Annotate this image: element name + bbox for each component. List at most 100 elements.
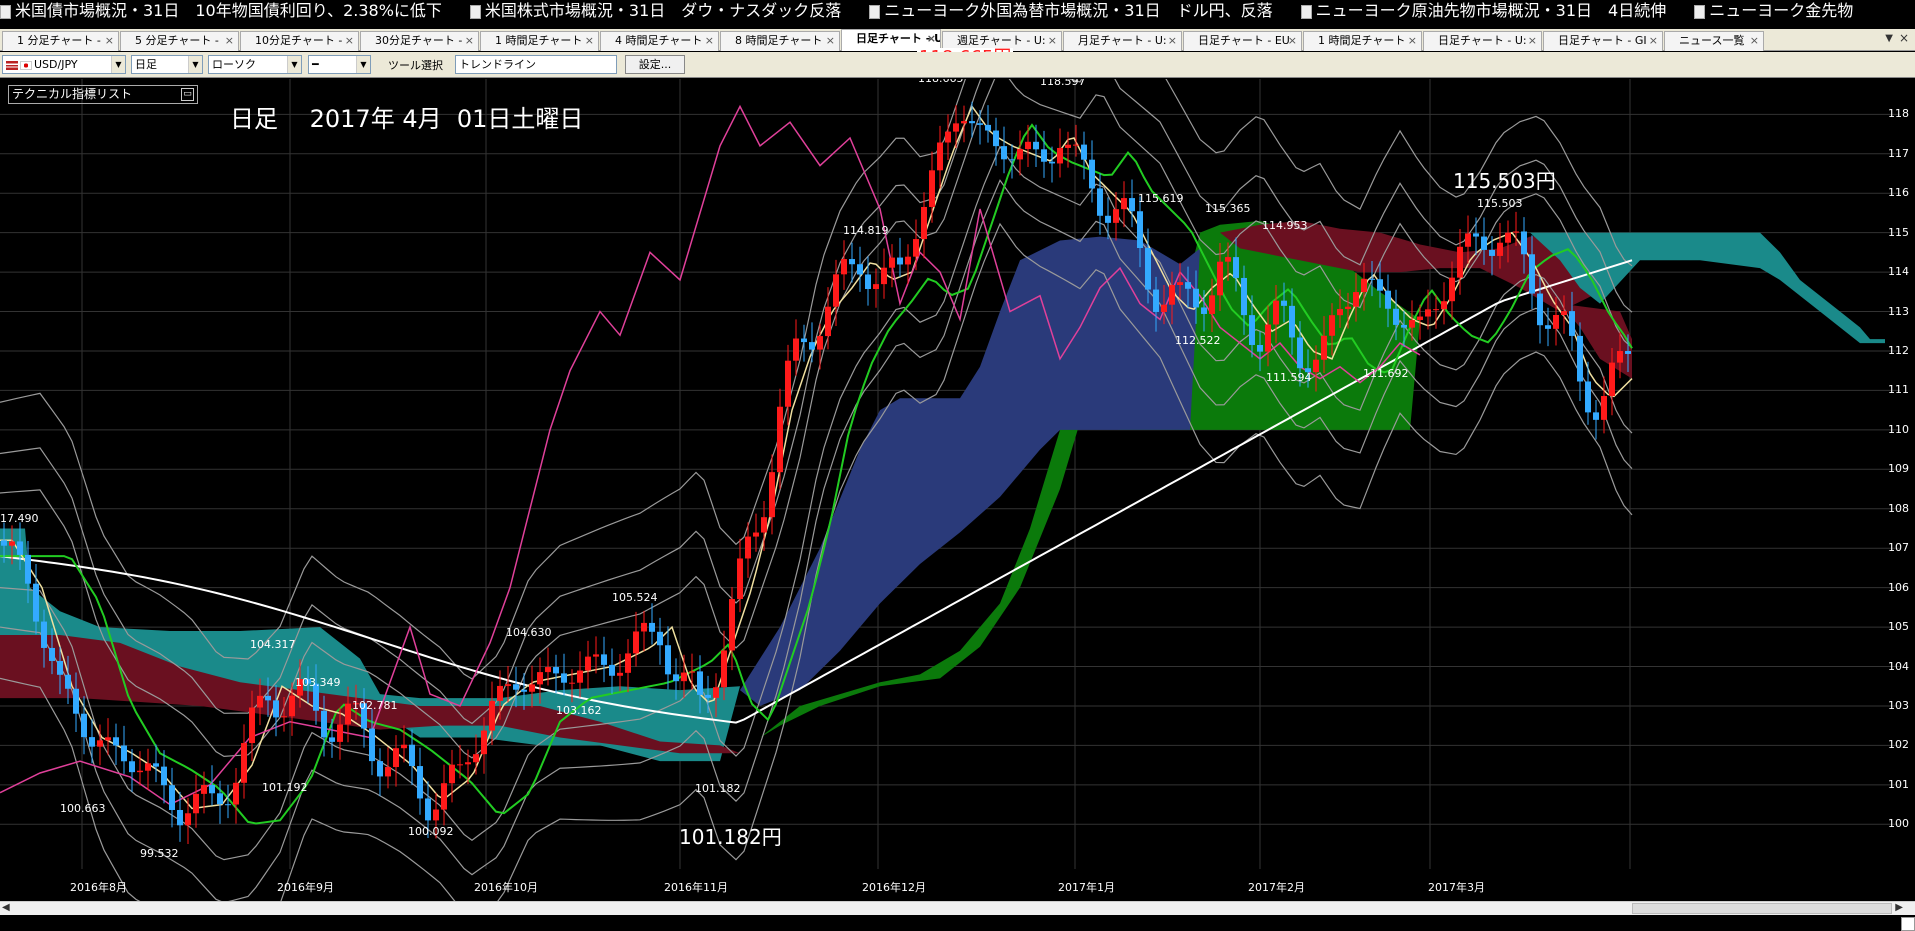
candle-body (1049, 161, 1055, 164)
scroll-right-icon[interactable]: ▶ (1895, 902, 1903, 913)
indicator-list-panel[interactable]: テクニカル指標リスト ▭ (8, 85, 198, 104)
chart-type-value: ローソク (212, 58, 256, 71)
tab-10[interactable]: 日足チャート - EU × (1183, 31, 1302, 51)
x-tick-label: 2016年11月 (664, 881, 728, 894)
tab-close-icon[interactable]: × (585, 32, 594, 50)
timeframe-value: 日足 (135, 58, 157, 71)
candle-body (417, 766, 423, 799)
x-tick-label: 2016年8月 (70, 881, 127, 894)
candle-body (1393, 308, 1399, 325)
timeframe-select[interactable]: 日足 ▼ (131, 55, 203, 74)
ticker-text: 米国債市場概況・31日 10年物国債利回り、2.38%に低下 (15, 1, 442, 20)
candle-body (1121, 198, 1127, 210)
tab-label: 月足チャート - U: (1078, 34, 1167, 47)
resize-grip-icon[interactable] (1901, 917, 1915, 931)
tab-close-icon[interactable]: × (1288, 32, 1297, 50)
candle-body (721, 650, 727, 688)
candle-body (825, 306, 831, 337)
tab-2[interactable]: 10分足チャート - × (240, 31, 359, 51)
ticker-item[interactable]: ニューヨーク原油先物市場概況・31日 4日続伸 (1300, 0, 1666, 22)
candle-body (233, 782, 239, 805)
candle-body (505, 684, 511, 686)
settings-button[interactable]: 設定... (625, 55, 685, 74)
tab-3[interactable]: 30分足チャート - × (360, 31, 479, 51)
tab-close-icon[interactable]: × (225, 32, 234, 50)
candle-body (697, 671, 703, 695)
y-tick-label: 103 (1888, 698, 1909, 712)
tab-close-icon[interactable]: × (1528, 32, 1537, 50)
candle-body (265, 695, 271, 701)
tab-close-icon[interactable]: × (1649, 32, 1658, 50)
tab-close-icon[interactable]: × (1168, 32, 1177, 50)
candle-body (665, 645, 671, 675)
candle-body (1489, 249, 1495, 256)
candle-body (753, 532, 759, 537)
price-extreme-label: 118.597 (1040, 79, 1086, 88)
minimize-icon[interactable]: ▭ (181, 88, 194, 101)
tab-close-icon[interactable]: × (345, 32, 354, 50)
tab-label: 日足チャート - EU (1198, 34, 1290, 47)
candle-body (1617, 350, 1623, 363)
document-icon (1300, 5, 1312, 19)
candle-body (977, 123, 983, 125)
tab-close-icon[interactable]: × (1048, 32, 1057, 50)
y-tick-label: 115 (1888, 225, 1909, 239)
candle-body (449, 764, 455, 784)
candle-body (177, 809, 183, 826)
tab-close-icon[interactable]: × (1750, 32, 1759, 50)
tab-4[interactable]: 1 時間足チャート × (480, 31, 599, 51)
tab-close-icon[interactable]: × (465, 32, 474, 50)
tab-11[interactable]: 1 時間足チャート × (1303, 31, 1422, 51)
candle-body (1601, 396, 1607, 420)
document-icon (1694, 5, 1706, 19)
y-tick-label: 108 (1888, 501, 1909, 515)
candle-body (769, 472, 775, 518)
pair-select[interactable]: USD/JPY ▼ (2, 55, 126, 74)
tab-14[interactable]: ニュース一覧 × (1664, 31, 1764, 51)
window-close-button[interactable]: × (1899, 31, 1909, 45)
y-tick-label: 110 (1888, 422, 1909, 436)
news-ticker[interactable]: 米国債市場概況・31日 10年物国債利回り、2.38%に低下 米国株式市場概況・3… (0, 0, 1915, 22)
scroll-left-icon[interactable]: ◀ (2, 902, 10, 913)
ticker-item[interactable]: 米国株式市場概況・31日 ダウ・ナスダック反落 (469, 0, 841, 22)
tool-select-input[interactable]: トレンドライン (455, 55, 617, 74)
candle-body (201, 784, 207, 794)
line-style-select[interactable]: ━ ▼ (308, 55, 371, 74)
tab-6[interactable]: 8 時間足チャート × (720, 31, 840, 51)
tab-1[interactable]: 5 分足チャート - × (120, 31, 239, 51)
candle-body (281, 716, 287, 718)
price-chart[interactable]: テクニカル指標リスト ▭ 日足 2017年 4月 01日土曜日 115.503円… (0, 79, 1915, 901)
candle-body (945, 131, 951, 143)
horizontal-scrollbar[interactable]: ◀ ▶ (0, 901, 1915, 915)
ticker-item[interactable]: ニューヨーク外国為替市場概況・31日 ドル円、反落 (869, 0, 1273, 22)
candle-body (585, 656, 591, 671)
candle-body (1209, 295, 1215, 314)
scrollbar-thumb[interactable] (1632, 903, 1892, 914)
tab-close-icon[interactable]: × (1408, 32, 1417, 50)
candle-body (561, 673, 567, 683)
candle-body (433, 809, 439, 821)
candle-body (473, 754, 479, 763)
ticker-item[interactable]: 米国債市場概況・31日 10年物国債利回り、2.38%に低下 (0, 0, 442, 22)
app-window: 米国債市場概況・31日 10年物国債利回り、2.38%に低下 米国株式市場概況・3… (0, 0, 1915, 931)
tab-close-icon[interactable]: × (105, 32, 114, 50)
tab-13[interactable]: 日足チャート - GI × (1543, 31, 1663, 51)
tab-12[interactable]: 日足チャート - U: × (1423, 31, 1542, 51)
candle-body (1513, 231, 1519, 233)
ticker-item[interactable]: ニューヨーク金先物 (1694, 0, 1853, 22)
candle-body (1521, 231, 1527, 255)
tab-5[interactable]: 4 時間足チャート × (600, 31, 719, 51)
chart-type-select[interactable]: ローソク ▼ (208, 55, 302, 74)
tab-9[interactable]: 月足チャート - U: × (1063, 31, 1182, 51)
candle-body (1, 540, 7, 546)
candle-body (705, 694, 711, 698)
tab-0[interactable]: 1 分足チャート - × (2, 31, 119, 51)
tab-close-icon[interactable]: × (705, 32, 714, 50)
tab-close-icon[interactable]: × (826, 32, 835, 50)
low-annotation: 101.182円 (679, 825, 782, 849)
tab-close-icon[interactable]: × (927, 30, 936, 48)
candle-body (17, 541, 23, 555)
tab-menu-button[interactable]: ▼ (1885, 33, 1893, 44)
candle-body (801, 338, 807, 343)
candle-body (1497, 242, 1503, 256)
